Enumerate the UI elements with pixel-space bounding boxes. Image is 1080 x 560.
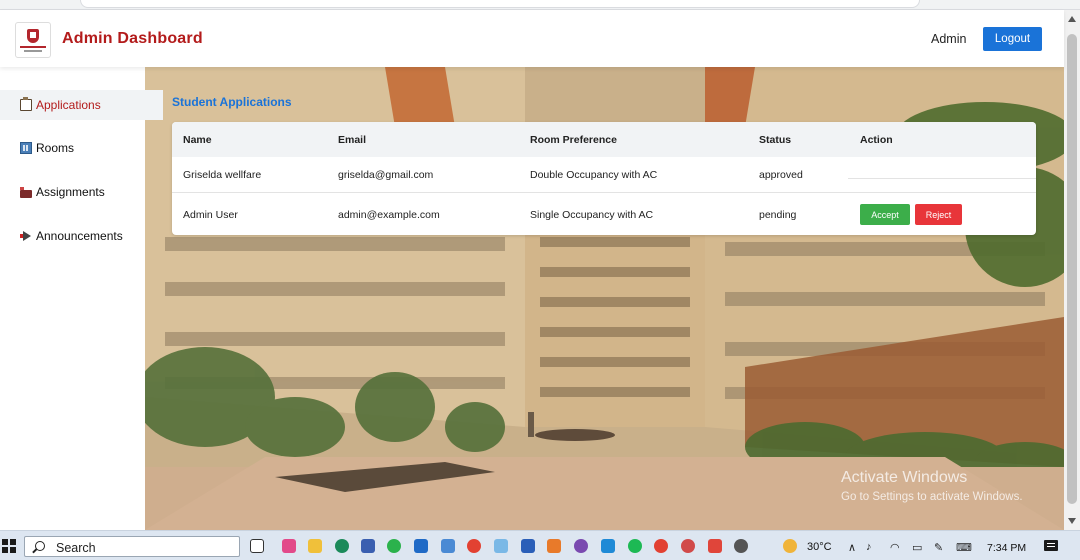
user-label: Admin	[931, 32, 967, 46]
brave-icon[interactable]	[708, 539, 722, 553]
keyboard-icon[interactable]: ⌨	[956, 541, 972, 554]
photos-icon[interactable]	[441, 539, 455, 553]
temperature-label[interactable]: 30°C	[807, 541, 832, 553]
sidebar-item-label: Assignments	[36, 185, 105, 199]
app-icon[interactable]	[547, 539, 561, 553]
cell-email: griselda@gmail.com	[338, 169, 434, 181]
outlook-icon[interactable]	[414, 539, 428, 553]
chrome-icon[interactable]	[681, 539, 695, 553]
sidebar-item-label: Announcements	[36, 229, 123, 243]
chrome-icon[interactable]	[467, 539, 481, 553]
app-icon[interactable]	[494, 539, 508, 553]
clipboard-icon	[20, 97, 32, 111]
edge-icon[interactable]	[335, 539, 349, 553]
battery-icon[interactable]: ▭	[912, 541, 922, 554]
chevron-up-icon[interactable]: ∧	[848, 541, 856, 554]
accept-button[interactable]: Accept	[860, 204, 910, 225]
column-header-room-preference[interactable]: Room Preference	[530, 134, 617, 146]
vscode-icon[interactable]	[601, 539, 615, 553]
table-row: Griselda wellfare griselda@gmail.com Dou…	[172, 157, 1036, 193]
main-content: Student Applications Name Email Room Pre…	[145, 67, 1064, 530]
taskbar-search-input[interactable]: Search	[24, 536, 240, 557]
cell-email: admin@example.com	[338, 209, 440, 221]
scroll-down-icon[interactable]	[1068, 518, 1076, 524]
cell-status: pending	[759, 209, 797, 221]
university-logo	[15, 22, 51, 58]
column-header-email[interactable]: Email	[338, 134, 366, 146]
watermark-subtitle: Go to Settings to activate Windows.	[841, 491, 1023, 503]
cell-room-preference: Single Occupancy with AC	[530, 209, 654, 221]
store-icon[interactable]	[361, 539, 375, 553]
search-placeholder: Search	[56, 541, 96, 555]
windows-taskbar: Search 30°C ∧ ♪ ◠ ▭ ✎ ⌨ 7:34 PM	[0, 530, 1080, 560]
table-header: Name Email Room Preference Status Action	[172, 122, 1036, 157]
logout-button[interactable]: Logout	[983, 27, 1042, 51]
page-title: Admin Dashboard	[62, 30, 203, 47]
sidebar-item-assignments[interactable]: Assignments	[0, 177, 163, 207]
scroll-thumb[interactable]	[1067, 34, 1077, 504]
pen-icon[interactable]: ✎	[934, 541, 943, 554]
column-header-status[interactable]: Status	[759, 134, 791, 146]
sidebar-item-label: Rooms	[36, 141, 75, 155]
table-row: Admin User admin@example.com Single Occu…	[172, 193, 1036, 235]
column-header-name[interactable]: Name	[183, 134, 212, 146]
section-title: Student Applications	[172, 95, 292, 109]
notification-icon[interactable]	[1044, 540, 1058, 551]
settings-icon[interactable]	[734, 539, 748, 553]
browser-address-bar	[0, 0, 1080, 10]
building-icon	[20, 142, 32, 154]
sidebar-item-rooms[interactable]: Rooms	[0, 133, 163, 163]
cell-status: approved	[759, 169, 803, 181]
sidebar: Applications Rooms Assignments Announcem…	[0, 67, 163, 530]
word-icon[interactable]	[521, 539, 535, 553]
sidebar-item-applications[interactable]: Applications	[0, 90, 163, 120]
reject-button[interactable]: Reject	[915, 204, 962, 225]
clock[interactable]: 7:34 PM	[987, 542, 1026, 554]
megaphone-icon	[20, 231, 32, 241]
activate-windows-watermark: Activate Windows Go to Settings to activ…	[841, 469, 1023, 503]
sidebar-item-label: Applications	[36, 98, 101, 112]
applications-table: Name Email Room Preference Status Action…	[172, 122, 1036, 235]
chrome-icon[interactable]	[654, 539, 668, 553]
bed-icon	[20, 187, 32, 198]
weather-icon[interactable]	[783, 539, 797, 553]
url-field[interactable]	[80, 0, 920, 8]
spotify-icon[interactable]	[628, 539, 642, 553]
volume-icon[interactable]: ♪	[866, 541, 872, 553]
cell-name: Griselda wellfare	[183, 169, 262, 181]
action-cell-divider	[848, 178, 1036, 179]
page-scrollbar[interactable]	[1064, 10, 1080, 530]
column-header-action: Action	[860, 134, 893, 146]
cell-name: Admin User	[183, 209, 238, 221]
windows-start-icon[interactable]	[2, 539, 16, 553]
app-header: Admin Dashboard Admin Logout	[0, 10, 1064, 67]
task-view-icon[interactable]	[250, 539, 264, 553]
file-explorer-icon[interactable]	[308, 539, 322, 553]
scroll-up-icon[interactable]	[1068, 16, 1076, 22]
whatsapp-icon[interactable]	[387, 539, 401, 553]
search-icon	[35, 541, 45, 551]
sidebar-item-announcements[interactable]: Announcements	[0, 221, 163, 251]
wifi-icon[interactable]: ◠	[890, 541, 900, 554]
cell-room-preference: Double Occupancy with AC	[530, 169, 658, 181]
copilot-icon[interactable]	[282, 539, 296, 553]
watermark-title: Activate Windows	[841, 469, 968, 486]
github-icon[interactable]	[574, 539, 588, 553]
